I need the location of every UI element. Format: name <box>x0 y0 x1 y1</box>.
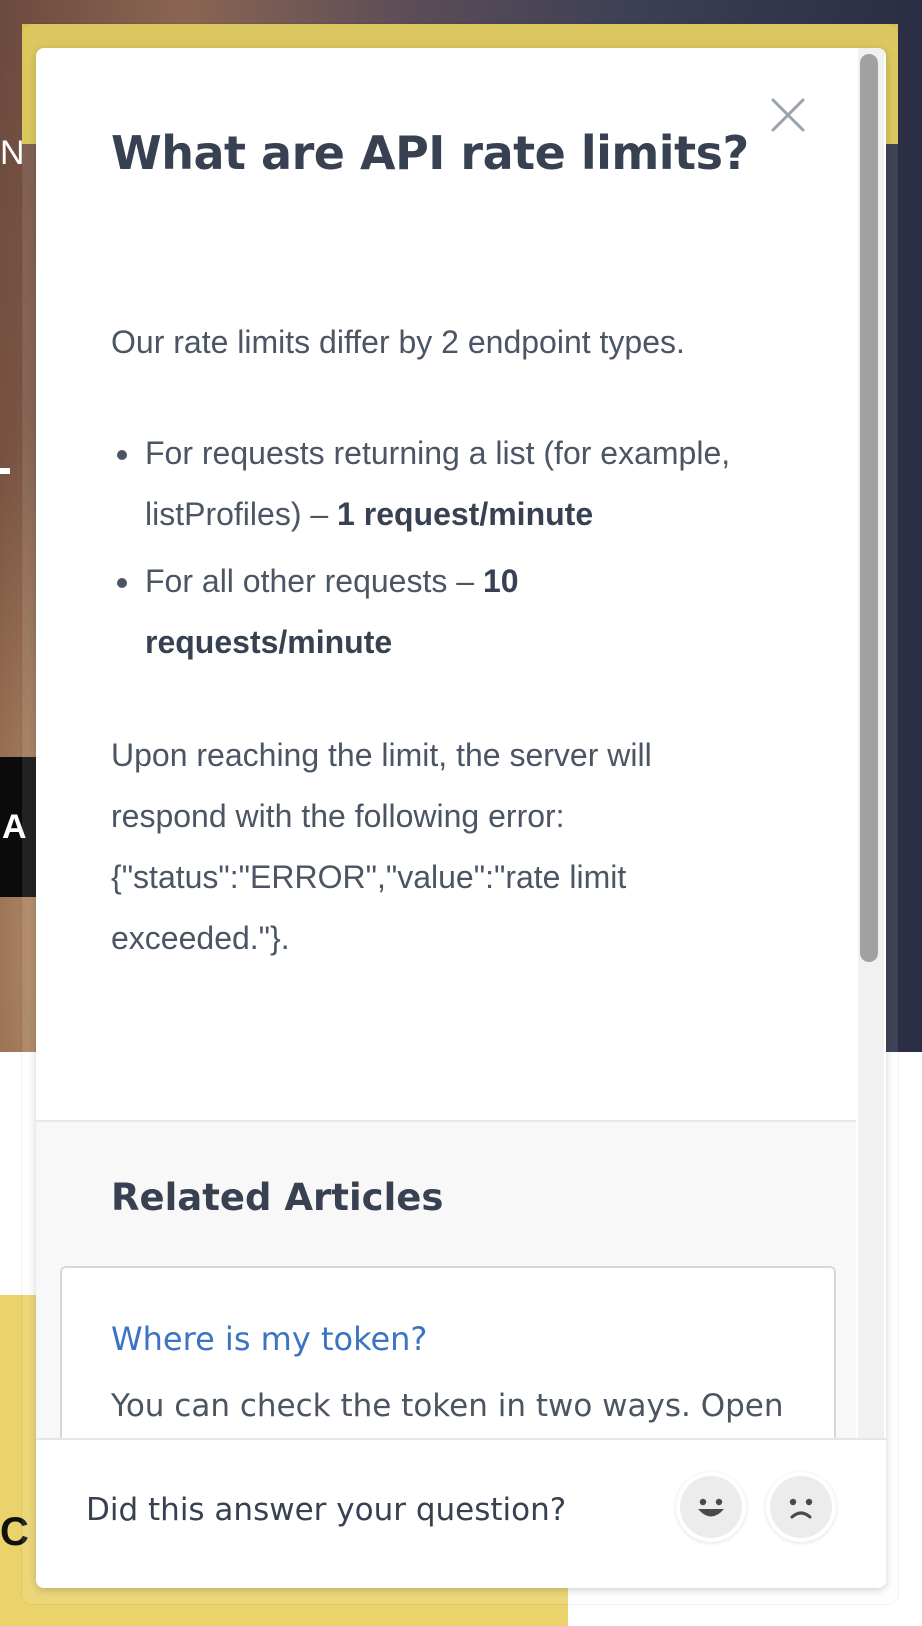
error-paragraph: Upon reaching the limit, the server will… <box>111 737 652 956</box>
background-edge-mark <box>0 468 10 474</box>
article-body: Our rate limits differ by 2 endpoint typ… <box>111 312 761 969</box>
article-modal: What are API rate limits? Our rate limit… <box>36 48 886 1588</box>
sad-reaction-button[interactable] <box>770 1476 832 1538</box>
related-article-link[interactable]: Where is my token? <box>111 1320 427 1358</box>
rate-limit-list: For requests returning a list (for examp… <box>111 423 761 673</box>
article-title: What are API rate limits? <box>111 126 749 180</box>
list-item: For all other requests – 10 requests/min… <box>117 551 761 673</box>
list-item-text: For all other requests – <box>145 563 483 599</box>
related-article-card[interactable]: Where is my token? You can check the tok… <box>60 1266 836 1438</box>
article-scroll-area[interactable]: What are API rate limits? Our rate limit… <box>36 48 856 1438</box>
related-article-snippet: You can check the token in two ways. Ope… <box>111 1388 784 1424</box>
list-item: For requests returning a list (for examp… <box>117 423 761 545</box>
background-edge-letter: N <box>0 134 25 172</box>
happy-reaction-button[interactable] <box>680 1476 742 1538</box>
happy-face-icon <box>688 1484 734 1530</box>
sad-face-icon <box>778 1484 824 1530</box>
feedback-bar: Did this answer your question? <box>36 1438 886 1588</box>
related-articles-heading: Related Articles <box>111 1176 444 1219</box>
feedback-question: Did this answer your question? <box>86 1492 567 1528</box>
scrollbar-thumb[interactable] <box>860 54 878 962</box>
article-intro: Our rate limits differ by 2 endpoint typ… <box>111 324 685 360</box>
list-item-bold: 1 request/minute <box>337 496 594 532</box>
